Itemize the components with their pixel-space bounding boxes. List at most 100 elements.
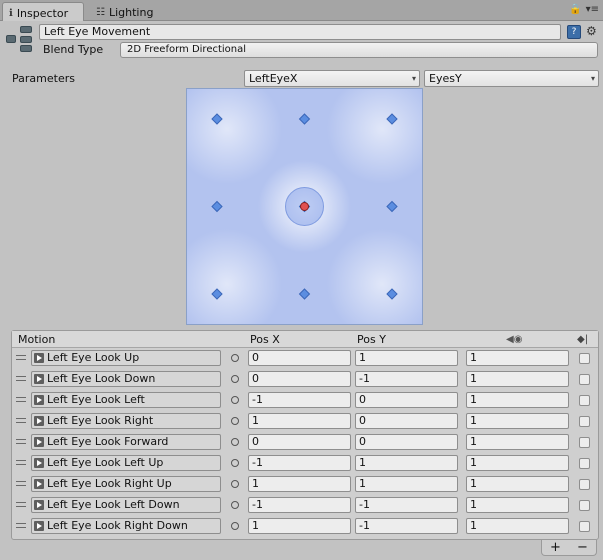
speed-field[interactable]: 1 bbox=[466, 371, 569, 387]
speed-field[interactable]: 1 bbox=[466, 455, 569, 471]
table-row[interactable]: Left Eye Look Right 1 0 1 bbox=[12, 411, 598, 432]
motion-field[interactable]: Left Eye Look Right bbox=[31, 413, 221, 429]
tab-bar: ℹ Inspector ☷ Lighting 🔒 ▾≡ bbox=[0, 0, 603, 21]
pos-x-field[interactable]: -1 bbox=[248, 455, 351, 471]
table-row[interactable]: Left Eye Look Down 0 -1 1 bbox=[12, 369, 598, 390]
motion-picker-icon[interactable] bbox=[231, 375, 239, 383]
motion-picker-icon[interactable] bbox=[231, 417, 239, 425]
motion-picker-icon[interactable] bbox=[231, 396, 239, 404]
motion-point[interactable] bbox=[211, 200, 223, 213]
mirror-checkbox[interactable] bbox=[579, 437, 590, 448]
pos-y-field[interactable]: 1 bbox=[355, 476, 458, 492]
lock-icon[interactable]: 🔒 bbox=[569, 4, 581, 15]
mirror-checkbox[interactable] bbox=[579, 395, 590, 406]
pos-x-field[interactable]: -1 bbox=[248, 392, 351, 408]
speed-field[interactable]: 1 bbox=[466, 392, 569, 408]
motion-field[interactable]: Left Eye Look Right Up bbox=[31, 476, 221, 492]
drag-handle[interactable] bbox=[16, 439, 26, 444]
motion-name: Left Eye Look Down bbox=[47, 372, 156, 385]
mirror-checkbox[interactable] bbox=[579, 521, 590, 532]
motion-picker-icon[interactable] bbox=[231, 438, 239, 446]
motion-field[interactable]: Left Eye Look Left bbox=[31, 392, 221, 408]
motion-field[interactable]: Left Eye Look Left Up bbox=[31, 455, 221, 471]
mirror-checkbox[interactable] bbox=[579, 416, 590, 427]
motion-picker-icon[interactable] bbox=[231, 522, 239, 530]
speed-field[interactable]: 1 bbox=[466, 497, 569, 513]
blend-graph-canvas[interactable] bbox=[187, 89, 422, 324]
speed-field[interactable]: 1 bbox=[466, 518, 569, 534]
pos-y-field[interactable]: 1 bbox=[355, 350, 458, 366]
pos-y-field[interactable]: 0 bbox=[355, 392, 458, 408]
gear-icon[interactable]: ⚙ bbox=[586, 24, 597, 38]
animation-clip-icon bbox=[34, 521, 44, 531]
speed-field[interactable]: 1 bbox=[466, 434, 569, 450]
motion-picker-icon[interactable] bbox=[231, 354, 239, 362]
pos-x-field[interactable]: 1 bbox=[248, 476, 351, 492]
drag-handle[interactable] bbox=[16, 502, 26, 507]
mirror-checkbox[interactable] bbox=[579, 458, 590, 469]
y-parameter-dropdown[interactable]: EyesY ▾ bbox=[424, 70, 599, 87]
motion-point[interactable] bbox=[211, 288, 223, 300]
table-row[interactable]: Left Eye Look Left -1 0 1 bbox=[12, 390, 598, 411]
remove-motion-button[interactable]: − bbox=[577, 540, 588, 555]
motion-point[interactable] bbox=[386, 113, 398, 125]
motion-point[interactable] bbox=[386, 288, 398, 300]
menu-icon[interactable]: ▾≡ bbox=[586, 4, 599, 15]
tab-lighting[interactable]: ☷ Lighting bbox=[90, 2, 164, 21]
pos-x-field[interactable]: 1 bbox=[248, 518, 351, 534]
current-parameter-point[interactable] bbox=[300, 202, 309, 211]
motion-point[interactable] bbox=[298, 113, 311, 125]
tab-inspector[interactable]: ℹ Inspector bbox=[2, 2, 84, 21]
lighting-icon: ☷ bbox=[96, 7, 105, 18]
table-row[interactable]: Left Eye Look Left Down -1 -1 1 bbox=[12, 495, 598, 516]
pos-x-field[interactable]: -1 bbox=[248, 497, 351, 513]
speed-field[interactable]: 1 bbox=[466, 476, 569, 492]
motion-field[interactable]: Left Eye Look Up bbox=[31, 350, 221, 366]
mirror-checkbox[interactable] bbox=[579, 353, 590, 364]
add-motion-button[interactable]: + bbox=[550, 540, 561, 555]
drag-handle[interactable] bbox=[16, 376, 26, 381]
motion-field[interactable]: Left Eye Look Right Down bbox=[31, 518, 221, 534]
motion-picker-icon[interactable] bbox=[231, 480, 239, 488]
table-row[interactable]: Left Eye Look Up 0 1 1 bbox=[12, 348, 598, 369]
motion-field[interactable]: Left Eye Look Left Down bbox=[31, 497, 221, 513]
speed-field[interactable]: 1 bbox=[466, 350, 569, 366]
pos-y-field[interactable]: -1 bbox=[355, 497, 458, 513]
pos-y-field[interactable]: 0 bbox=[355, 413, 458, 429]
motion-picker-icon[interactable] bbox=[231, 459, 239, 467]
table-row[interactable]: Left Eye Look Forward 0 0 1 bbox=[12, 432, 598, 453]
help-icon[interactable]: ? bbox=[567, 25, 581, 39]
drag-handle[interactable] bbox=[16, 523, 26, 528]
pos-y-field[interactable]: 1 bbox=[355, 455, 458, 471]
drag-handle[interactable] bbox=[16, 355, 26, 360]
motion-point[interactable] bbox=[298, 288, 311, 300]
drag-handle[interactable] bbox=[16, 481, 26, 486]
pos-x-column-header: Pos X bbox=[250, 333, 280, 346]
mirror-checkbox[interactable] bbox=[579, 500, 590, 511]
pos-y-field[interactable]: 0 bbox=[355, 434, 458, 450]
motion-point[interactable] bbox=[386, 200, 398, 213]
mirror-checkbox[interactable] bbox=[579, 479, 590, 490]
pos-x-field[interactable]: 0 bbox=[248, 371, 351, 387]
pos-x-field[interactable]: 0 bbox=[248, 434, 351, 450]
pos-x-field[interactable]: 1 bbox=[248, 413, 351, 429]
motion-field[interactable]: Left Eye Look Down bbox=[31, 371, 221, 387]
speed-field[interactable]: 1 bbox=[466, 413, 569, 429]
mirror-checkbox[interactable] bbox=[579, 374, 590, 385]
motion-point[interactable] bbox=[211, 113, 223, 125]
drag-handle[interactable] bbox=[16, 460, 26, 465]
blend-type-dropdown[interactable]: 2D Freeform Directional bbox=[120, 42, 598, 58]
pos-x-field[interactable]: 0 bbox=[248, 350, 351, 366]
x-parameter-dropdown[interactable]: LeftEyeX ▾ bbox=[244, 70, 420, 87]
motion-picker-icon[interactable] bbox=[231, 501, 239, 509]
drag-handle[interactable] bbox=[16, 397, 26, 402]
motion-field[interactable]: Left Eye Look Forward bbox=[31, 434, 221, 450]
name-field[interactable]: Left Eye Movement bbox=[39, 24, 561, 40]
blend-graph[interactable] bbox=[186, 88, 423, 325]
pos-y-field[interactable]: -1 bbox=[355, 518, 458, 534]
table-row[interactable]: Left Eye Look Left Up -1 1 1 bbox=[12, 453, 598, 474]
table-row[interactable]: Left Eye Look Right Up 1 1 1 bbox=[12, 474, 598, 495]
drag-handle[interactable] bbox=[16, 418, 26, 423]
table-row[interactable]: Left Eye Look Right Down 1 -1 1 bbox=[12, 516, 598, 537]
pos-y-field[interactable]: -1 bbox=[355, 371, 458, 387]
